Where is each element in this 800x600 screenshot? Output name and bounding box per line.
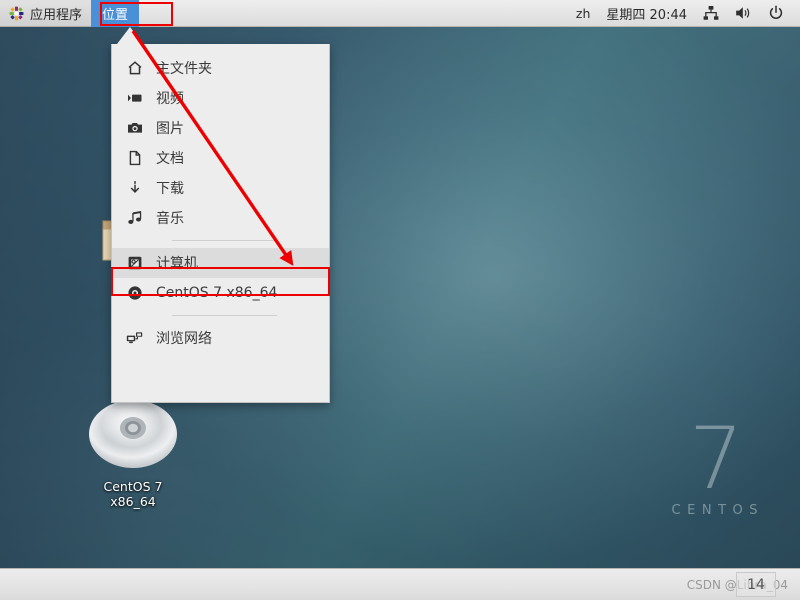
top-panel: 应用程序 位置 zh 星期四 20:44: [0, 0, 800, 27]
places-item-computer-label: 计算机: [156, 256, 198, 272]
keyboard-layout-indicator[interactable]: zh: [568, 0, 598, 27]
places-item-downloads-label: 下载: [156, 181, 184, 197]
clock-label: 星期四 20:44: [606, 7, 687, 23]
places-item-pictures-label: 图片: [156, 121, 184, 137]
bottom-panel: [0, 568, 800, 600]
document-icon: [126, 150, 143, 167]
places-item-centos-volume-label: CentOS 7 x86_64: [156, 285, 278, 301]
network-browse-icon: [126, 330, 143, 347]
volume-icon[interactable]: [727, 0, 760, 27]
desktop-icon-cdrom[interactable]: CentOS 7 x86_64: [85, 398, 181, 509]
desktop-screen: 7 CENTOS CentOS 7 x86_64 应用程序 位置 zh 星期四 …: [0, 0, 800, 600]
places-menu-pointer: [117, 27, 143, 44]
places-item-browse-network[interactable]: 浏览网络: [112, 323, 329, 353]
places-menu-separator-2: [172, 315, 277, 316]
places-menu-label: 位置: [102, 7, 129, 23]
network-icon[interactable]: [695, 0, 727, 27]
page-number-badge: 14: [736, 572, 776, 597]
centos-pinwheel-icon: [9, 6, 24, 21]
places-item-documents-label: 文档: [156, 151, 184, 167]
places-menu-button[interactable]: 位置: [91, 0, 140, 27]
applications-menu-label: 应用程序: [30, 7, 83, 23]
computer-icon: [126, 255, 143, 272]
wallpaper-brand: 7 CENTOS: [667, 409, 764, 518]
optical-disc-icon: [126, 285, 143, 302]
optical-disc-icon: [86, 400, 180, 474]
power-icon[interactable]: [760, 0, 792, 27]
places-item-centos-volume[interactable]: CentOS 7 x86_64: [112, 278, 329, 308]
places-item-documents[interactable]: 文档: [112, 143, 329, 173]
places-menu: 主文件夹 视频 图片 文档 下载 音乐 计算机 CentOS 7 x86_64 …: [111, 44, 330, 403]
panel-right-group: zh 星期四 20:44: [568, 0, 800, 27]
wallpaper-brand-word: CENTOS: [671, 503, 764, 518]
places-menu-separator-1: [172, 240, 277, 241]
download-icon: [126, 180, 143, 197]
places-item-pictures[interactable]: 图片: [112, 113, 329, 143]
places-item-browse-network-label: 浏览网络: [156, 331, 212, 347]
video-icon: [126, 90, 143, 107]
panel-left-group: 应用程序 位置: [0, 0, 140, 27]
places-item-videos-label: 视频: [156, 91, 184, 107]
places-item-music[interactable]: 音乐: [112, 203, 329, 233]
applications-menu-button[interactable]: 应用程序: [0, 0, 92, 27]
wallpaper-brand-number: 7: [688, 409, 744, 510]
clock[interactable]: 星期四 20:44: [598, 0, 695, 27]
places-item-home-label: 主文件夹: [156, 61, 212, 77]
places-item-downloads[interactable]: 下载: [112, 173, 329, 203]
keyboard-layout-label: zh: [575, 5, 591, 21]
music-note-icon: [126, 210, 143, 227]
places-item-videos[interactable]: 视频: [112, 83, 329, 113]
places-item-music-label: 音乐: [156, 211, 184, 227]
places-item-home[interactable]: 主文件夹: [112, 53, 329, 83]
places-item-computer[interactable]: 计算机: [112, 248, 329, 278]
camera-icon: [126, 120, 143, 137]
home-icon: [126, 60, 143, 77]
desktop-icon-cdrom-label: CentOS 7 x86_64: [103, 479, 163, 509]
